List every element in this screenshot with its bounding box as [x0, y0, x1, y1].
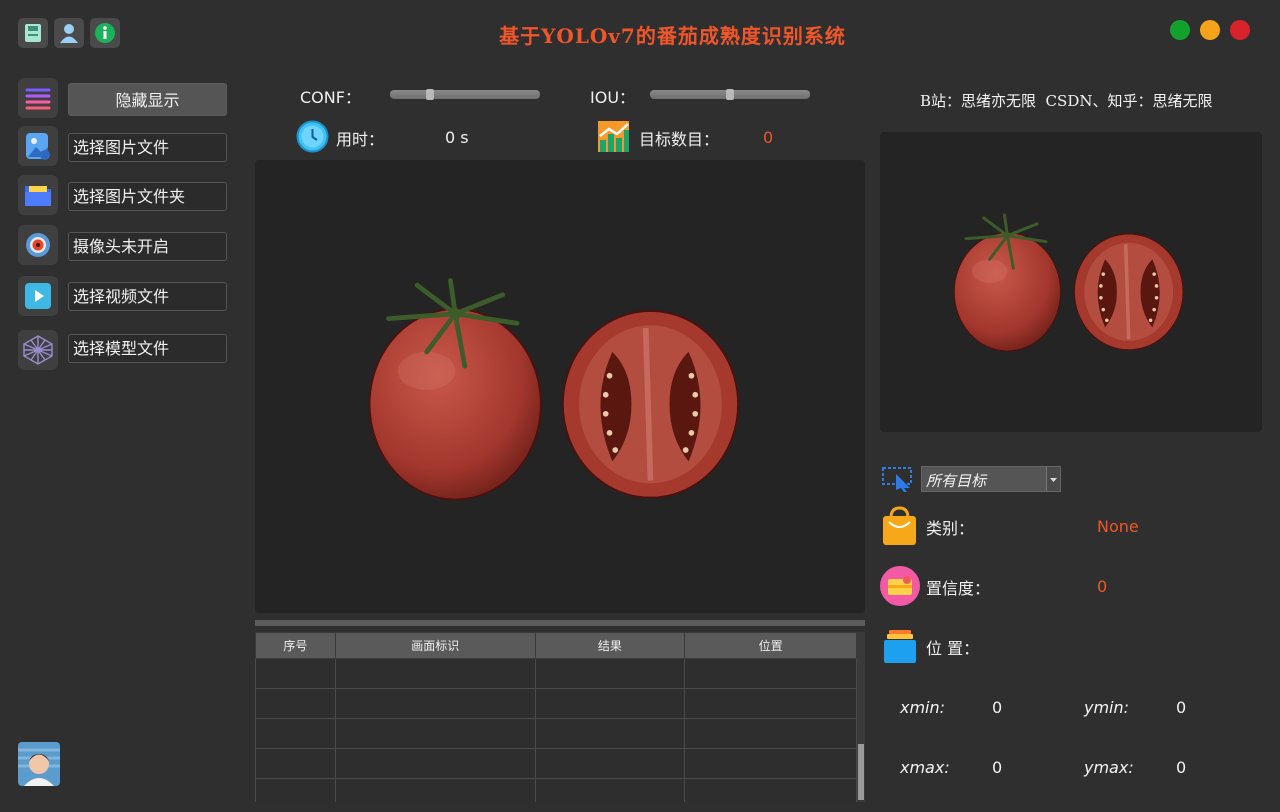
conf-slider[interactable]: [390, 89, 540, 100]
col-header-position[interactable]: 位置: [684, 632, 857, 659]
shopping-bag-icon: [881, 506, 918, 550]
select-folder-button[interactable]: 选择图片文件夹: [68, 182, 227, 211]
time-value: 0 s: [445, 128, 469, 147]
table-scrollbar[interactable]: [857, 632, 865, 802]
xmin-value: 0: [992, 698, 1003, 717]
xmax-label: xmax:: [900, 758, 950, 777]
table-row[interactable]: [255, 718, 857, 749]
col-header-frame[interactable]: 画面标识: [334, 632, 536, 659]
class-label: 类别：: [926, 519, 975, 538]
splitter[interactable]: [255, 620, 865, 626]
confidence-label: 置信度：: [926, 579, 991, 598]
select-video-button[interactable]: 选择视频文件: [68, 282, 227, 311]
iou-slider-handle[interactable]: [726, 89, 734, 100]
close-button[interactable]: [1230, 20, 1250, 40]
iou-label: IOU：: [590, 88, 636, 107]
video-play-icon[interactable]: [18, 276, 58, 316]
ymax-value: 0: [1176, 758, 1187, 777]
menu-icon[interactable]: [18, 78, 58, 118]
xmax-value: 0: [992, 758, 1003, 777]
class-value: None: [1097, 517, 1139, 536]
ymin-value: 0: [1176, 698, 1187, 717]
preview-image-view: [880, 132, 1262, 432]
avatar[interactable]: [18, 742, 60, 786]
target-pointer-icon: [882, 466, 914, 496]
col-header-result[interactable]: 结果: [534, 632, 686, 659]
scrollbar-thumb[interactable]: [858, 744, 864, 800]
xmin-label: xmin:: [900, 698, 946, 717]
position-label: 位 置：: [926, 639, 980, 658]
camera-icon[interactable]: [18, 225, 58, 265]
select-image-button[interactable]: 选择图片文件: [68, 133, 227, 162]
clock-icon: [296, 120, 329, 157]
conf-label: CONF：: [300, 88, 361, 107]
table-row[interactable]: [255, 688, 857, 719]
toggle-display-button[interactable]: 隐藏显示: [68, 83, 227, 116]
app-title: 基于YOLOv7的番茄成熟度识别系统: [499, 24, 846, 48]
target-select[interactable]: 所有目标: [921, 466, 1061, 492]
confidence-value: 0: [1097, 577, 1108, 596]
camera-button[interactable]: 摄像头未开启: [68, 232, 227, 261]
table-row[interactable]: [255, 748, 857, 779]
preview-tomato-image: [925, 212, 1220, 354]
ymin-label: ymin:: [1084, 698, 1130, 717]
target-select-value: 所有目标: [926, 472, 987, 490]
maximize-button[interactable]: [1200, 20, 1220, 40]
conf-slider-handle[interactable]: [426, 89, 434, 100]
result-table: 序号 画面标识 结果 位置: [255, 632, 857, 802]
image-file-icon[interactable]: [18, 126, 58, 166]
minimize-button[interactable]: [1170, 20, 1190, 40]
select-model-button[interactable]: 选择模型文件: [68, 334, 227, 363]
model-network-icon[interactable]: [18, 330, 58, 370]
table-row[interactable]: [255, 778, 857, 802]
table-row[interactable]: [255, 658, 857, 689]
time-label: 用时：: [336, 130, 385, 149]
result-table-container: 序号 画面标识 结果 位置: [255, 632, 865, 802]
count-value: 0: [763, 128, 774, 147]
chevron-down-icon[interactable]: [1046, 467, 1060, 491]
main-image-view[interactable]: [255, 160, 865, 613]
tomato-image: [360, 275, 760, 505]
col-header-index[interactable]: 序号: [255, 632, 336, 659]
confidence-icon: [880, 566, 920, 610]
count-label: 目标数目：: [639, 130, 720, 149]
ymax-label: ymax:: [1084, 758, 1134, 777]
author-credit: B站：思绪亦无限 CSDN、知乎：思绪无限: [920, 92, 1213, 110]
position-box-icon: [883, 628, 917, 668]
iou-slider[interactable]: [650, 89, 810, 100]
chart-icon: [597, 120, 630, 157]
folder-icon[interactable]: [18, 175, 58, 215]
